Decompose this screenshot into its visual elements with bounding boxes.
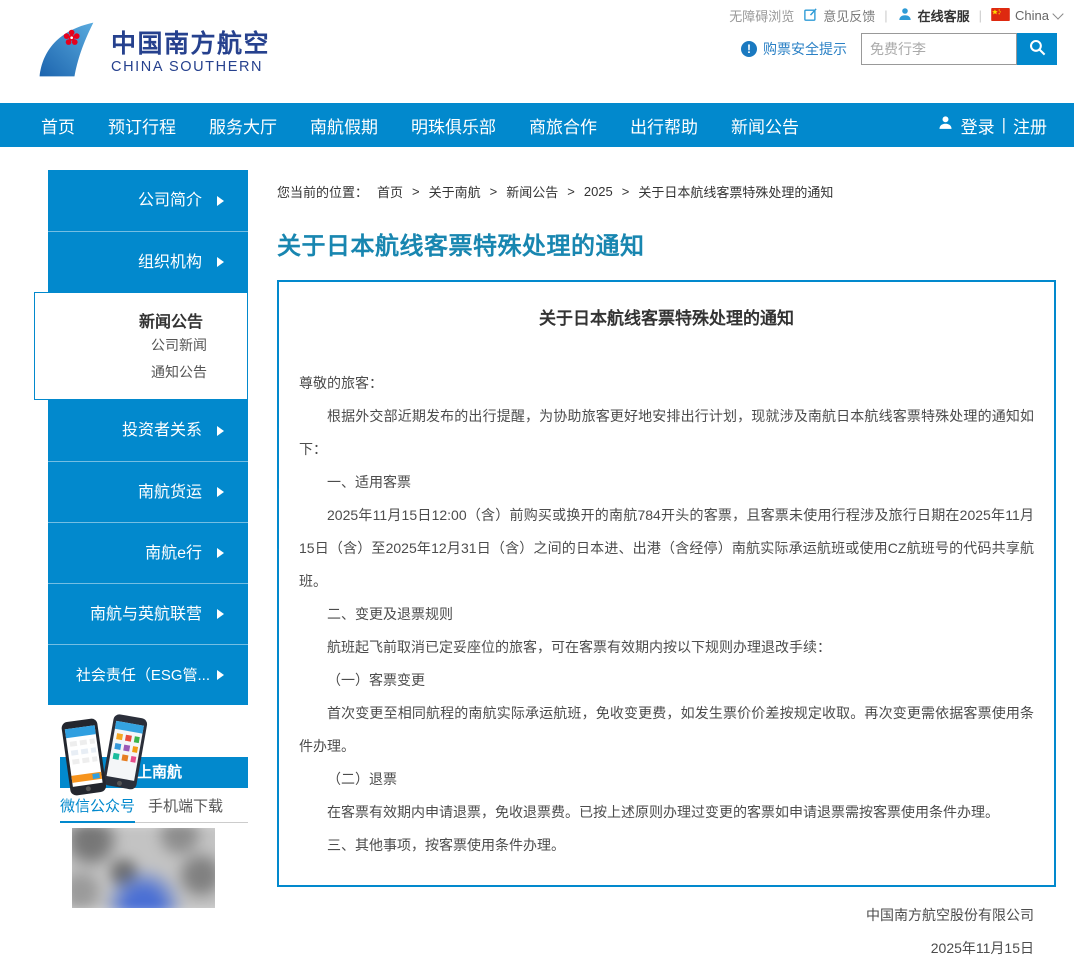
search-icon (1028, 38, 1047, 60)
qr-code-image (72, 828, 215, 908)
breadcrumb: 您当前的位置： 首页 > 关于南航 > 新闻公告 > 2025 > 关于日本航线… (277, 182, 833, 201)
article-date: 2025年11月15日 (299, 932, 1034, 965)
online-service-link[interactable]: 在线客服 (897, 6, 970, 25)
nav-item-holidays[interactable]: 南航假期 (310, 113, 378, 138)
utility-separator: | (979, 8, 982, 23)
article-paragraph: 航班起飞前取消已定妥座位的旅客，可在客票有效期内按以下规则办理退改手续： (299, 631, 1034, 664)
breadcrumb-home[interactable]: 首页 (377, 182, 403, 201)
article-paragraph: 三、其他事项，按客票使用条件办理。 (299, 829, 1034, 862)
sidebar-item-e-travel[interactable]: 南航e行 (48, 522, 248, 583)
login-register-divider: | (1002, 115, 1006, 135)
article-paragraph: 根据外交部近期发布的出行提醒，为协助旅客更好地安排出行计划，现就涉及南航日本航线… (299, 400, 1034, 466)
article-paragraph: 在客票有效期内申请退票，免收退票费。已按上述原则办理过变更的客票如申请退票需按客… (299, 796, 1034, 829)
arrow-right-icon (217, 670, 224, 680)
sidebar-item-company-profile[interactable]: 公司简介 (48, 170, 248, 231)
nav-item-booking[interactable]: 预订行程 (108, 113, 176, 138)
breadcrumb-separator: > (490, 184, 498, 199)
breadcrumb-current: 关于日本航线客票特殊处理的通知 (638, 182, 833, 201)
breadcrumb-separator: > (567, 184, 575, 199)
nav-item-travel-help[interactable]: 出行帮助 (630, 113, 698, 138)
nav-item-news[interactable]: 新闻公告 (731, 113, 799, 138)
sidebar-item-esg[interactable]: 社会责任（ESG管... (48, 644, 248, 705)
company-logo[interactable]: 中国南方航空 CHINA SOUTHERN (33, 20, 270, 85)
accessibility-link[interactable]: 无障碍浏览 (729, 6, 794, 25)
nav-item-business-travel[interactable]: 商旅合作 (529, 113, 597, 138)
breadcrumb-news[interactable]: 新闻公告 (506, 182, 558, 201)
chevron-down-icon (1052, 8, 1063, 19)
sidebar-item-ba-joint-venture[interactable]: 南航与英航联营 (48, 583, 248, 644)
article-paragraph: （一）客票变更 (299, 664, 1034, 697)
sidebar-subitem-company-news[interactable]: 公司新闻 (35, 332, 247, 359)
nav-item-sky-pearl-club[interactable]: 明珠俱乐部 (411, 113, 496, 138)
china-flag-icon (991, 8, 1010, 24)
article-title: 关于日本航线客票特殊处理的通知 (299, 304, 1034, 329)
sidebar-menu: 公司简介 组织机构 新闻公告 公司新闻 通知公告 投资者关系 南航货运 南航e行… (48, 170, 248, 705)
nav-item-service-hall[interactable]: 服务大厅 (209, 113, 277, 138)
search-button[interactable] (1017, 33, 1057, 65)
user-icon (937, 114, 954, 136)
header-search-area: 购票安全提示 (741, 33, 1057, 65)
arrow-right-icon (217, 487, 224, 497)
utility-bar: 无障碍浏览 意见反馈 | 在线客服 | China (729, 6, 1062, 25)
alert-icon (741, 41, 757, 57)
region-selector[interactable]: China (991, 8, 1062, 24)
breadcrumb-separator: > (412, 184, 420, 199)
arrow-right-icon (217, 609, 224, 619)
breadcrumb-year[interactable]: 2025 (584, 184, 613, 199)
login-link[interactable]: 登录 (961, 113, 995, 138)
page-title: 关于日本航线客票特殊处理的通知 (277, 226, 645, 261)
sidebar-item-cargo[interactable]: 南航货运 (48, 461, 248, 522)
notice-article: 关于日本航线客票特殊处理的通知 尊敬的旅客： 根据外交部近期发布的出行提醒，为协… (277, 280, 1056, 887)
sidebar-item-organization[interactable]: 组织机构 (48, 231, 248, 292)
article-greeting: 尊敬的旅客： (299, 367, 1034, 400)
sidebar-subitem-notices[interactable]: 通知公告 (35, 359, 247, 386)
article-paragraph: 2025年11月15日12:00（含）前购买或换开的南航784开头的客票，且客票… (299, 499, 1034, 598)
main-navigation: 首页 预订行程 服务大厅 南航假期 明珠俱乐部 商旅合作 出行帮助 新闻公告 登… (0, 103, 1074, 147)
arrow-right-icon (217, 426, 224, 436)
ticket-safety-tip-link[interactable]: 购票安全提示 (741, 39, 847, 59)
breadcrumb-prefix: 您当前的位置： (277, 182, 368, 201)
arrow-right-icon (217, 548, 224, 558)
breadcrumb-separator: > (622, 184, 630, 199)
feedback-link[interactable]: 意见反馈 (803, 6, 875, 25)
article-signature: 中国南方航空股份有限公司 (299, 899, 1034, 932)
search-input[interactable] (861, 33, 1017, 65)
article-paragraph: 首次变更至相同航程的南航实际承运航班，免收变更费，如发生票价价差按规定收取。再次… (299, 697, 1034, 763)
article-paragraph: 一、适用客票 (299, 466, 1034, 499)
phones-image (54, 712, 154, 803)
feedback-icon (803, 7, 818, 25)
tab-mobile-download[interactable]: 手机端下载 (148, 795, 223, 822)
utility-separator: | (884, 8, 887, 23)
breadcrumb-about[interactable]: 关于南航 (429, 182, 481, 201)
article-paragraph: （二）退票 (299, 763, 1034, 796)
customer-service-icon (897, 6, 913, 25)
sidebar-expanded-news: 新闻公告 公司新闻 通知公告 (34, 292, 248, 400)
logo-english-name: CHINA SOUTHERN (111, 59, 270, 75)
mobile-app-promo: 掌上南航 (48, 712, 248, 902)
article-paragraph: 二、变更及退票规则 (299, 598, 1034, 631)
sidebar-item-investor-relations[interactable]: 投资者关系 (48, 400, 248, 461)
logo-tail-icon (33, 20, 99, 85)
sidebar-item-news-announcements[interactable]: 新闻公告 (35, 308, 247, 332)
arrow-right-icon (217, 196, 224, 206)
logo-chinese-name: 中国南方航空 (111, 30, 270, 59)
register-link[interactable]: 注册 (1013, 113, 1047, 138)
nav-item-home[interactable]: 首页 (41, 113, 75, 138)
arrow-right-icon (217, 257, 224, 267)
